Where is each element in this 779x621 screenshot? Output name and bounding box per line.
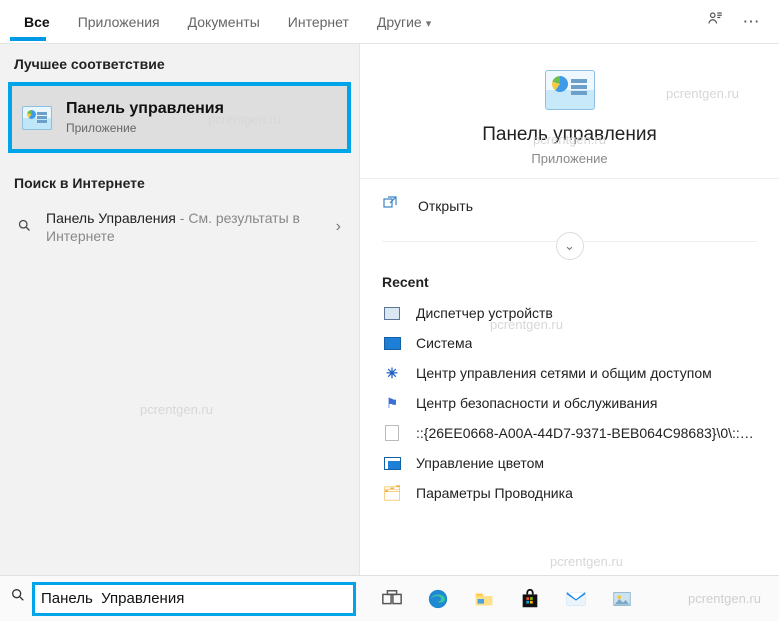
recent-item-label: Диспетчер устройств: [416, 305, 553, 321]
tab-apps[interactable]: Приложения: [64, 4, 174, 40]
tab-all[interactable]: Все: [10, 4, 64, 40]
best-match-subtitle: Приложение: [66, 121, 224, 135]
open-label: Открыть: [418, 198, 473, 214]
recent-item-label: Центр безопасности и обслуживания: [416, 395, 657, 411]
network-icon: ✳: [382, 365, 402, 381]
chevron-down-icon: ⌄: [564, 238, 575, 254]
folder-icon: 🗂: [382, 485, 402, 501]
tab-other-label: Другие: [377, 14, 422, 30]
preview-subtitle: Приложение: [370, 151, 769, 166]
recent-item-label: Система: [416, 335, 472, 351]
expand-toggle[interactable]: ⌄: [556, 232, 584, 260]
watermark: pcrentgen.ru: [550, 554, 623, 569]
recent-item-system[interactable]: Система: [360, 328, 779, 358]
blank-file-icon: [382, 425, 402, 441]
preview-panel: pcrentgen.ru pcrentgen.ru Панель управле…: [360, 44, 779, 575]
color-management-icon: [382, 455, 402, 471]
recent-item-label: ::{26EE0668-A00A-44D7-9371-BEB064C98683}…: [416, 425, 756, 441]
recent-item-security-center[interactable]: ⚑ Центр безопасности и обслуживания: [360, 388, 779, 418]
microsoft-store-icon[interactable]: [518, 587, 542, 611]
recent-item-label: Центр управления сетями и общим доступом: [416, 365, 712, 381]
recent-item-device-manager[interactable]: Диспетчер устройств: [360, 298, 779, 328]
web-search-header: Поиск в Интернете: [0, 163, 359, 199]
chevron-right-icon: ›: [332, 218, 345, 236]
recent-item-network-center[interactable]: ✳ Центр управления сетями и общим доступ…: [360, 358, 779, 388]
recent-item-label: Управление цветом: [416, 455, 544, 471]
control-panel-icon-large: [545, 70, 595, 110]
watermark: pcrentgen.ru: [666, 86, 739, 101]
best-match-header: Лучшее соответствие: [0, 44, 359, 80]
chevron-down-icon: ▾: [426, 18, 432, 30]
search-input[interactable]: [41, 590, 347, 607]
tab-documents[interactable]: Документы: [174, 4, 274, 40]
search-tabs: Все Приложения Документы Интернет Другие…: [0, 0, 779, 44]
file-explorer-icon[interactable]: [472, 587, 496, 611]
feedback-icon[interactable]: [697, 10, 733, 33]
results-panel: Лучшее соответствие Панель управления Пр…: [0, 44, 360, 575]
search-icon: [14, 218, 34, 237]
best-match-title: Панель управления: [66, 100, 224, 118]
watermark: pcrentgen.ru: [140, 402, 213, 417]
recent-item-guid-path[interactable]: ::{26EE0668-A00A-44D7-9371-BEB064C98683}…: [360, 418, 779, 448]
task-view-icon[interactable]: [380, 587, 404, 611]
taskbar: pcrentgen.ru: [0, 575, 779, 621]
mail-icon[interactable]: [564, 587, 588, 611]
system-icon: [382, 335, 402, 351]
flag-icon: ⚑: [382, 395, 402, 411]
tab-other[interactable]: Другие ▾: [363, 4, 445, 40]
edge-icon[interactable]: [426, 587, 450, 611]
recent-item-explorer-options[interactable]: 🗂 Параметры Проводника: [360, 478, 779, 508]
watermark: pcrentgen.ru: [688, 591, 761, 606]
web-search-text: Панель Управления - См. результаты в Инт…: [46, 209, 332, 245]
tab-internet[interactable]: Интернет: [274, 4, 363, 40]
search-icon: [10, 587, 26, 607]
recent-item-label: Параметры Проводника: [416, 485, 573, 501]
open-action[interactable]: Открыть: [360, 179, 779, 232]
expand-divider: ⌄: [360, 232, 779, 252]
photos-icon[interactable]: [610, 587, 634, 611]
control-panel-icon: [22, 106, 52, 130]
preview-title: Панель управления: [370, 124, 769, 146]
recent-item-color-management[interactable]: Управление цветом: [360, 448, 779, 478]
more-options-icon[interactable]: ⋯: [733, 12, 769, 32]
taskbar-search-box[interactable]: [32, 582, 356, 616]
web-search-item[interactable]: Панель Управления - См. результаты в Инт…: [0, 199, 359, 255]
open-icon: [382, 195, 404, 216]
device-manager-icon: [382, 305, 402, 321]
best-match-item[interactable]: Панель управления Приложение: [8, 82, 351, 153]
